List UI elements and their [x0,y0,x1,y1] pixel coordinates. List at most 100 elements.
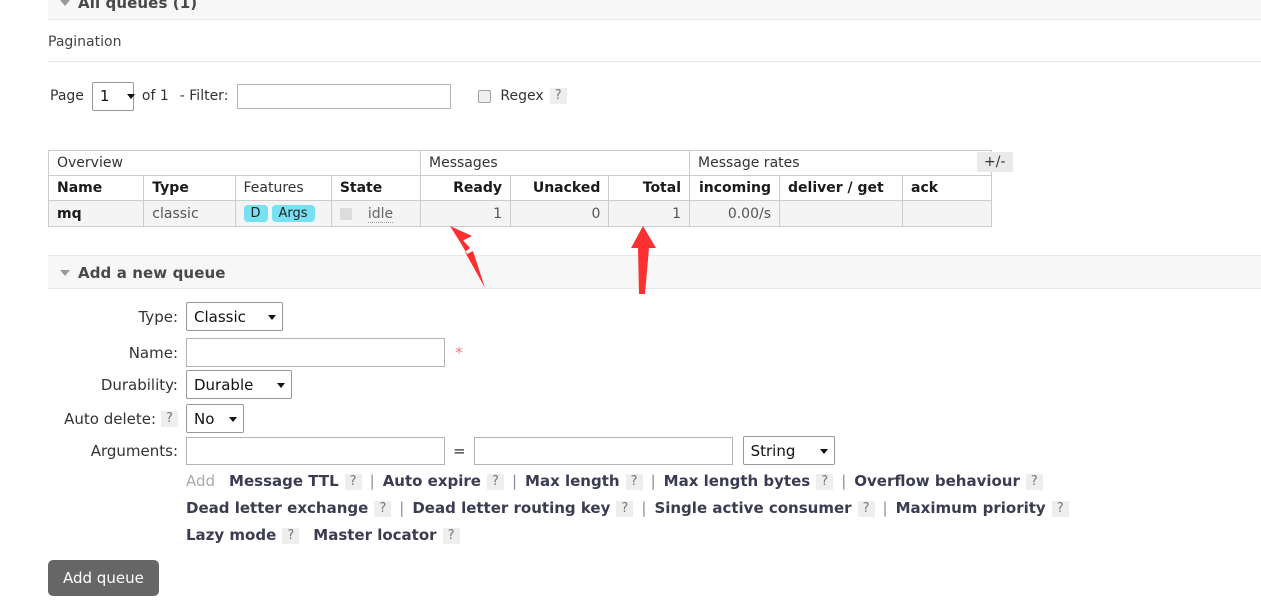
triangle-down-icon [60,0,70,6]
separator: | [641,499,647,517]
required-marker: * [455,343,463,362]
argument-type-select-wrapper: String [742,436,835,465]
maximum-priority-help-icon[interactable]: ? [1051,500,1069,517]
auto-expire-help-icon[interactable]: ? [486,473,504,490]
group-header-overview: Overview [48,150,421,176]
table-group-header-row: Overview Messages Message rates [48,150,992,176]
cell-rate-incoming: 0.00/s [689,200,780,227]
toggle-columns-button[interactable]: +/- [977,152,1013,172]
queue-name-link[interactable]: mq [57,206,82,222]
cell-messages-ready: 1 [420,200,511,227]
master-locator-help-icon[interactable]: ? [442,527,460,544]
separator: | [399,499,405,517]
column-header-state[interactable]: State [330,175,422,201]
cell-queue-type: classic [143,200,236,227]
queues-page: All queues (1) Pagination Page 1 of 1 - … [0,0,1261,601]
form-row-name: Name: * [48,338,463,367]
cell-queue-state: idle [330,200,422,227]
argument-presets: Add Message TTL? | Auto expire? | Max length?… [186,468,1246,549]
single-active-consumer-help-icon[interactable]: ? [857,500,875,517]
separator: | [841,472,847,490]
durability-select-wrapper: Durable [186,370,292,399]
queues-table: Overview Messages Message rates Name Typ… [47,150,992,227]
form-row-auto-delete: Auto delete:? No [48,404,244,433]
label-type: Type: [138,307,178,326]
preset-lazy-mode[interactable]: Lazy mode [186,526,276,544]
argument-preset-row-2: Dead letter exchange? | Dead letter routin… [186,495,1246,522]
section-header-add-queue[interactable]: Add a new queue [48,255,1261,289]
pagination-controls: Page 1 of 1 - Filter: Regex ? [50,80,567,112]
pagination-divider [48,61,1261,62]
column-header-ready[interactable]: Ready [420,175,511,201]
triangle-down-icon [60,269,70,276]
argument-value-input[interactable] [473,436,733,465]
label-name: Name: [128,343,178,362]
column-header-type[interactable]: Type [143,175,236,201]
feature-badge-durable: D [243,205,268,222]
preset-auto-expire[interactable]: Auto expire [383,472,481,490]
regex-checkbox[interactable] [478,89,492,103]
preset-dead-letter-exchange[interactable]: Dead letter exchange [186,499,368,517]
preset-overflow-behaviour[interactable]: Overflow behaviour [854,472,1020,490]
argument-type-select[interactable]: String [742,436,835,465]
page-select[interactable]: 1 [91,81,134,111]
pagination-heading: Pagination [48,34,122,50]
add-argument-label[interactable]: Add [186,472,215,490]
max-length-bytes-help-icon[interactable]: ? [816,473,834,490]
cell-messages-total: 1 [608,200,690,227]
auto-delete-select-wrapper: No [186,404,244,433]
section-header-all-queues[interactable]: All queues (1) [48,0,1261,20]
preset-message-ttl[interactable]: Message TTL [229,472,339,490]
page-count-label: of 1 [141,88,169,104]
separator: | [511,472,518,490]
group-header-message-rates: Message rates [689,150,992,176]
filter-label: - Filter: [179,88,229,104]
argument-key-input[interactable] [186,436,445,465]
type-select[interactable]: Classic [186,302,283,331]
column-header-ack[interactable]: ack [902,175,992,201]
column-header-total[interactable]: Total [608,175,690,201]
cell-queue-features: D Args [234,200,332,227]
type-select-wrapper: Classic [186,302,283,331]
overflow-behaviour-help-icon[interactable]: ? [1025,473,1043,490]
regex-help-icon[interactable]: ? [549,88,567,104]
table-row[interactable]: mq classic D Args idle 1 0 1 0.00/s [47,200,992,227]
table-header-row: Name Type Features State Ready Unacked T… [47,175,992,201]
column-header-deliver-get[interactable]: deliver / get [779,175,903,201]
preset-dead-letter-routing-key[interactable]: Dead letter routing key [412,499,610,517]
form-row-arguments: Arguments: = String [48,436,835,465]
regex-label: Regex [500,88,544,104]
add-queue-button[interactable]: Add queue [48,560,159,596]
preset-max-length[interactable]: Max length [525,472,620,490]
cell-queue-name[interactable]: mq [47,200,145,227]
feature-badge-args: Args [271,205,315,222]
preset-master-locator[interactable]: Master locator [313,526,436,544]
argument-preset-row-3: Lazy mode? Master locator? [186,522,1246,549]
message-ttl-help-icon[interactable]: ? [344,473,362,490]
label-arguments: Arguments: [90,441,178,460]
argument-equals-sign: = [453,441,466,460]
filter-input[interactable] [237,83,452,109]
durability-select[interactable]: Durable [186,370,292,399]
cell-messages-unacked: 0 [509,200,610,227]
auto-delete-help-icon[interactable]: ? [161,411,178,427]
queue-state-label: idle [367,205,394,223]
separator: | [882,499,888,517]
column-header-name[interactable]: Name [47,175,145,201]
section-title-all-queues: All queues (1) [78,0,198,12]
label-durability: Durability: [100,375,178,394]
dead-letter-exchange-help-icon[interactable]: ? [374,500,392,517]
preset-single-active-consumer[interactable]: Single active consumer [654,499,851,517]
column-header-features[interactable]: Features [234,175,332,201]
separator: | [369,472,375,490]
auto-delete-select[interactable]: No [186,404,244,433]
preset-max-length-bytes[interactable]: Max length bytes [664,472,811,490]
section-title-add-queue: Add a new queue [78,263,226,282]
max-length-help-icon[interactable]: ? [625,473,643,490]
preset-maximum-priority[interactable]: Maximum priority [896,499,1046,517]
column-header-unacked[interactable]: Unacked [509,175,610,201]
queue-name-input[interactable] [186,338,445,367]
column-header-incoming[interactable]: incoming [689,175,780,201]
lazy-mode-help-icon[interactable]: ? [282,527,300,544]
dead-letter-routing-key-help-icon[interactable]: ? [616,500,634,517]
